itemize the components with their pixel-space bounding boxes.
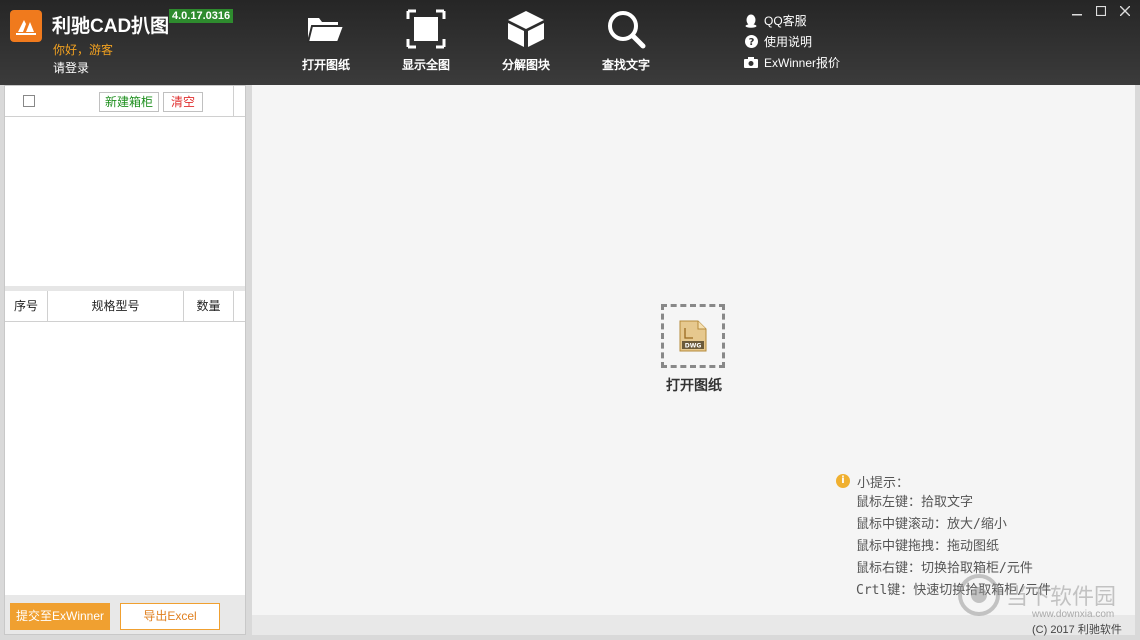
qq-support-link[interactable]: QQ客服 [744, 10, 840, 31]
exwinner-quote-link[interactable]: ExWinner报价 [744, 52, 840, 73]
minimize-icon[interactable] [1070, 4, 1084, 18]
new-cabinet-button[interactable]: 新建箱柜 [99, 92, 159, 112]
find-text-label: 查找文字 [601, 58, 650, 72]
canvas-status-bar [252, 615, 1135, 635]
fit-all-button[interactable]: 显示全图 [386, 8, 466, 72]
search-icon [586, 8, 666, 50]
exwinner-quote-label: ExWinner报价 [764, 56, 841, 70]
svg-text:DWG: DWG [685, 343, 702, 350]
copyright-text: (C) 2017 利驰软件 [1032, 624, 1122, 636]
clear-button[interactable]: 清空 [163, 92, 203, 112]
login-link[interactable]: 请登录 [53, 59, 89, 76]
open-drawing-text[interactable]: 打开图纸 [644, 375, 744, 395]
select-all-checkbox[interactable] [23, 95, 35, 107]
manual-label: 使用说明 [764, 35, 813, 49]
dwg-file-icon: DWG [679, 320, 707, 352]
open-drawing-button[interactable]: 打开图纸 [286, 8, 366, 72]
header-divider [233, 86, 234, 117]
find-text-button[interactable]: 查找文字 [586, 8, 666, 72]
qq-support-label: QQ客服 [764, 14, 807, 28]
top-bar: 利驰CAD扒图 4.0.17.0316 你好，游客 请登录 打开图纸 显示全图 [0, 0, 1140, 85]
tips-title: 小提示： [857, 475, 910, 491]
explode-block-label: 分解图块 [501, 58, 550, 72]
export-excel-button[interactable]: 导出Excel [120, 603, 220, 630]
tip-line: 鼠标左键：拾取文字 [856, 495, 974, 510]
submit-exwinner-button[interactable]: 提交至ExWinner [10, 603, 110, 630]
fit-screen-icon [386, 8, 466, 50]
fit-all-label: 显示全图 [401, 58, 450, 72]
lichi-logo-icon [10, 10, 42, 42]
left-panel: 新建箱柜 清空 序号 规格型号 数量 提交至ExWinner 导出Excel [4, 85, 246, 635]
watermark-logo-icon [958, 574, 1000, 616]
tip-line: 鼠标中键滚动：放大/缩小 [856, 517, 1007, 532]
col-quantity[interactable]: 数量 [184, 291, 234, 322]
drawing-canvas[interactable]: DWG 打开图纸 i 小提示： 鼠标左键：拾取文字 鼠标中键滚动：放大/缩小 鼠… [252, 85, 1135, 635]
manual-link[interactable]: ? 使用说明 [744, 31, 840, 52]
qq-icon [744, 14, 758, 28]
watermark-text: 当下软件园 [1006, 585, 1117, 610]
folder-open-icon [286, 8, 366, 50]
tip-line: 鼠标中键拖拽：拖动图纸 [856, 539, 1000, 554]
col-spec[interactable]: 规格型号 [48, 291, 184, 322]
greeting-text: 你好，游客 [53, 43, 114, 57]
cabinet-header: 新建箱柜 清空 [5, 86, 245, 117]
version-badge: 4.0.17.0316 [169, 9, 234, 23]
camera-icon [744, 56, 758, 70]
info-icon: i [836, 474, 850, 488]
explode-block-button[interactable]: 分解图块 [486, 8, 566, 72]
cube-icon [486, 8, 566, 50]
maximize-icon[interactable] [1094, 4, 1108, 18]
panel-actions: 提交至ExWinner 导出Excel [5, 595, 245, 634]
open-drawing-dropzone[interactable]: DWG [661, 304, 725, 368]
window-controls [1070, 4, 1132, 18]
parts-table-header: 序号 规格型号 数量 [5, 291, 245, 322]
watermark-url: www.downxia.com [1032, 609, 1115, 620]
svg-text:?: ? [748, 37, 754, 48]
help-icon: ? [744, 35, 758, 49]
col-index[interactable]: 序号 [5, 291, 48, 322]
close-icon[interactable] [1118, 4, 1132, 18]
app-title: 利驰CAD扒图 [52, 16, 170, 37]
open-drawing-label: 打开图纸 [301, 58, 350, 72]
help-links: QQ客服 ? 使用说明 ExWinner报价 [744, 10, 840, 73]
